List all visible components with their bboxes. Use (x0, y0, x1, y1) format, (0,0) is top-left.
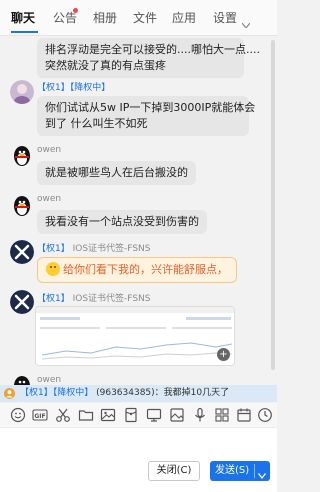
sender-name: 【权1】【降权中】 (37, 80, 110, 93)
tab-chat[interactable]: 聊天 (11, 9, 35, 26)
sender-name: owen (37, 375, 62, 385)
mic-icon[interactable] (192, 407, 208, 423)
tab-apps[interactable]: 应用 (172, 9, 196, 26)
svg-text:GIF: GIF (34, 413, 45, 420)
gif-icon[interactable]: GIF (32, 407, 48, 423)
close-button[interactable]: 关闭(C) (148, 461, 200, 481)
tab-files[interactable]: 文件 (133, 9, 157, 26)
notification-dot (73, 8, 78, 13)
message-bubble: 就是被哪些鸟人在后台搬没的 (37, 161, 196, 185)
sender-name: 【权1】 IOS证书代签-FSNS (37, 241, 151, 254)
image-icon[interactable] (100, 407, 116, 423)
message-bubble: 你们试试从5w IP一下掉到3000IP就能体会 到了 什么叫生不如死 (37, 96, 256, 136)
avatar[interactable] (10, 290, 34, 314)
scissors-icon[interactable] (55, 407, 71, 423)
chevron-down-icon[interactable] (241, 13, 251, 32)
tab-album[interactable]: 相册 (93, 9, 117, 26)
mention-tag: 【权1】【降权中】 (20, 388, 94, 398)
input-toolbar: GIF (0, 403, 277, 427)
sender-tag: 【权1】 (37, 244, 70, 254)
calendar-icon[interactable] (236, 407, 252, 423)
send-button[interactable]: 发送(S) (210, 461, 270, 481)
message-text: 给你们看下我的，兴许能舒服点， (63, 263, 228, 276)
message-text: 突然就没了真的有点蛋疼 (45, 59, 166, 72)
message-input[interactable] (0, 427, 277, 492)
active-tab-indicator (11, 31, 38, 33)
image-message-thumbnail[interactable] (35, 306, 235, 366)
message-bubble: 我看没有一个站点没受到伤害的 (37, 210, 207, 234)
folder-icon[interactable] (78, 407, 94, 423)
sender-name: owen (37, 145, 62, 155)
message-text: 我看没有一个站点没受到伤害的 (45, 215, 199, 228)
sender-name: 【权1】 IOS证书代签-FSNS (37, 291, 151, 304)
grin-emoji-icon (46, 262, 60, 276)
scrollbar[interactable] (271, 40, 275, 370)
send-label: 发送(S) (215, 465, 250, 476)
avatar[interactable] (10, 240, 34, 264)
mention-text: (963634385)：我都掉10几天了 (96, 388, 230, 398)
sender-label: IOS证书代签-FSNS (72, 244, 151, 254)
message-bubble-highlight: 给你们看下我的，兴许能舒服点， (37, 257, 237, 283)
screen-icon[interactable] (146, 407, 162, 423)
clock-icon[interactable] (257, 407, 273, 423)
emoji-icon[interactable] (10, 407, 26, 423)
penguin-avatar[interactable] (10, 374, 34, 385)
picture-icon[interactable] (169, 407, 185, 423)
avatar[interactable] (10, 80, 34, 104)
message-text: 到了 什么叫生不如死 (45, 117, 148, 130)
mention-notification-bar[interactable]: 【权1】【降权中】 (963634385)：我都掉10几天了 (0, 385, 277, 402)
message-text: 就是被哪些鸟人在后台搬没的 (45, 166, 188, 179)
grid-icon[interactable] (214, 407, 230, 423)
penguin-avatar[interactable] (10, 144, 34, 168)
message-text: 排名浮动是完全可以接受的....哪怕大一点.... (45, 43, 260, 56)
tab-settings[interactable]: 设置 (213, 9, 237, 26)
sender-name: owen (37, 194, 62, 204)
red-packet-icon[interactable] (123, 407, 139, 423)
tab-bar: 聊天 公告 相册 文件 应用 设置 (0, 0, 277, 36)
sender-tag: 【权1】【降权中】 (37, 83, 111, 93)
divider (254, 464, 255, 478)
zoom-icon[interactable]: + (217, 348, 230, 361)
message-bubble: 排名浮动是完全可以接受的....哪怕大一点.... 突然就没了真的有点蛋疼 (37, 38, 260, 78)
penguin-avatar[interactable] (10, 194, 34, 218)
message-text: 你们试试从5w IP一下掉到3000IP就能体会 (45, 101, 256, 114)
sender-label: IOS证书代签-FSNS (72, 294, 151, 304)
sender-tag: 【权1】 (37, 294, 70, 304)
chevron-down-icon[interactable] (257, 467, 267, 487)
